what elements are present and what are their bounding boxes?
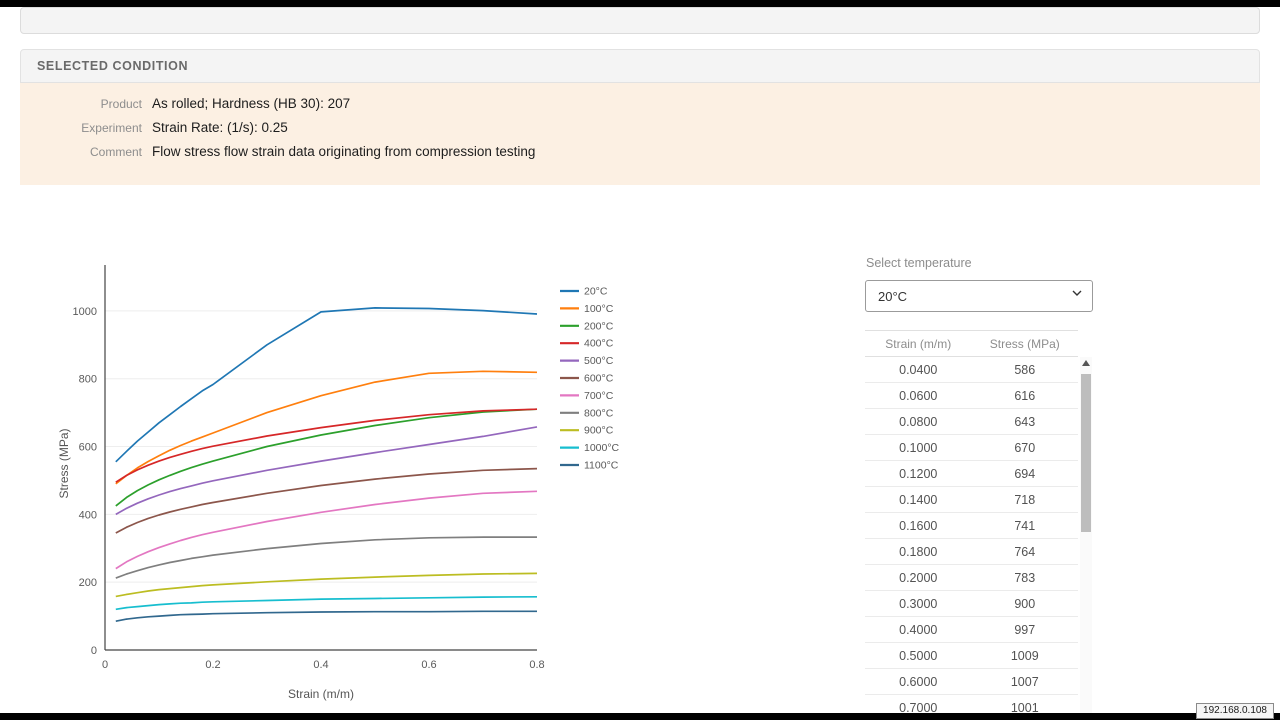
condition-field-row: Comment Flow stress flow strain data orig… <box>20 144 1260 159</box>
condition-field-value: As rolled; Hardness (HB 30): 207 <box>152 96 350 111</box>
table-cell: 670 <box>972 435 1079 461</box>
table-row: 0.0800643 <box>865 409 1078 435</box>
ip-address-badge: 192.168.0.108 <box>1196 703 1274 719</box>
svg-text:20°C: 20°C <box>584 286 608 298</box>
table-cell: 0.1000 <box>865 435 972 461</box>
svg-text:200°C: 200°C <box>584 320 614 332</box>
table-row: 0.3000900 <box>865 591 1078 617</box>
table-cell: 0.7000 <box>865 695 972 714</box>
top-black-bar <box>0 0 1280 7</box>
table-cell: 0.1600 <box>865 513 972 539</box>
condition-field-label: Experiment <box>20 121 142 135</box>
svg-text:1100°C: 1100°C <box>584 460 619 472</box>
table-row: 0.1600741 <box>865 513 1078 539</box>
table-cell: 900 <box>972 591 1079 617</box>
svg-text:700°C: 700°C <box>584 390 614 402</box>
table-scrollbar[interactable] <box>1080 357 1092 713</box>
stress-strain-chart: 0 200 400 600 800 1000 0 0.2 0.4 0.6 0.8 20°C 100°C 2… <box>20 240 740 710</box>
scroll-up-arrow-icon[interactable] <box>1082 360 1090 366</box>
table-header-cell: Strain (m/m) <box>865 331 972 357</box>
svg-text:600°C: 600°C <box>584 373 614 385</box>
selected-condition-title: SELECTED CONDITION <box>37 59 188 73</box>
condition-field-label: Product <box>20 97 142 111</box>
table-row: 0.1800764 <box>865 539 1078 565</box>
table-cell: 718 <box>972 487 1079 513</box>
table-header-cell: Stress (MPa) <box>972 331 1079 357</box>
scrollbar-thumb[interactable] <box>1081 374 1091 532</box>
svg-text:0.8: 0.8 <box>529 659 544 671</box>
chart-svg: 0 200 400 600 800 1000 0 0.2 0.4 0.6 0.8 20°C 100°C 2… <box>20 240 740 710</box>
svg-text:1000: 1000 <box>73 306 97 318</box>
stress-strain-table: Strain (m/m)Stress (MPa) 0.04005860.0600… <box>865 330 1078 713</box>
app-screen: SELECTED CONDITION Product As rolled; Har… <box>0 0 1280 720</box>
table-cell: 0.0400 <box>865 357 972 383</box>
table-row: 0.2000783 <box>865 565 1078 591</box>
table-row: 0.1400718 <box>865 487 1078 513</box>
condition-field-value: Flow stress flow strain data originating… <box>152 144 535 159</box>
table-row: 0.0400586 <box>865 357 1078 383</box>
table-cell: 0.0600 <box>865 383 972 409</box>
svg-text:100°C: 100°C <box>584 303 614 315</box>
table-cell: 616 <box>972 383 1079 409</box>
table-cell: 1007 <box>972 669 1079 695</box>
table-row: 0.60001007 <box>865 669 1078 695</box>
condition-field-label: Comment <box>20 145 142 159</box>
svg-text:1000°C: 1000°C <box>584 442 620 454</box>
table-cell: 1001 <box>972 695 1079 714</box>
svg-text:0.6: 0.6 <box>421 659 436 671</box>
table-cell: 0.3000 <box>865 591 972 617</box>
svg-text:0.2: 0.2 <box>205 659 220 671</box>
svg-text:400: 400 <box>79 509 97 521</box>
table-cell: 0.4000 <box>865 617 972 643</box>
condition-field-row: Product As rolled; Hardness (HB 30): 207 <box>20 96 1260 111</box>
svg-text:200: 200 <box>79 577 97 589</box>
table-row: 0.50001009 <box>865 643 1078 669</box>
svg-text:400°C: 400°C <box>584 338 614 350</box>
table-cell: 643 <box>972 409 1079 435</box>
svg-text:500°C: 500°C <box>584 355 614 367</box>
table-cell: 0.6000 <box>865 669 972 695</box>
table-row: 0.4000997 <box>865 617 1078 643</box>
table-cell: 694 <box>972 461 1079 487</box>
table-row: 0.1200694 <box>865 461 1078 487</box>
table-cell: 1009 <box>972 643 1079 669</box>
table-cell: 783 <box>972 565 1079 591</box>
collapsed-panel-header[interactable] <box>20 7 1260 34</box>
temperature-select-label: Select temperature <box>866 256 972 270</box>
svg-text:0: 0 <box>102 659 108 671</box>
condition-field-value: Strain Rate: (1/s): 0.25 <box>152 120 288 135</box>
table-row: 0.70001001 <box>865 695 1078 714</box>
table-row: 0.1000670 <box>865 435 1078 461</box>
temperature-select[interactable]: 20°C <box>865 280 1093 312</box>
svg-text:0: 0 <box>91 645 97 657</box>
table-cell: 0.1800 <box>865 539 972 565</box>
table-cell: 586 <box>972 357 1079 383</box>
table-row: 0.0600616 <box>865 383 1078 409</box>
table-cell: 764 <box>972 539 1079 565</box>
table-header-row: Strain (m/m)Stress (MPa) <box>865 331 1078 357</box>
table-cell: 0.5000 <box>865 643 972 669</box>
svg-text:Strain (m/m): Strain (m/m) <box>288 687 354 701</box>
table-cell: 0.2000 <box>865 565 972 591</box>
svg-text:0.4: 0.4 <box>313 659 328 671</box>
selected-condition-header[interactable]: SELECTED CONDITION <box>20 49 1260 83</box>
selected-condition-body: Product As rolled; Hardness (HB 30): 207 E… <box>20 83 1260 185</box>
svg-text:800: 800 <box>79 374 97 386</box>
svg-text:800°C: 800°C <box>584 407 614 419</box>
table-cell: 741 <box>972 513 1079 539</box>
bottom-black-bar <box>0 713 1280 720</box>
svg-text:900°C: 900°C <box>584 425 614 437</box>
condition-field-row: Experiment Strain Rate: (1/s): 0.25 <box>20 120 1260 135</box>
table-cell: 0.1200 <box>865 461 972 487</box>
table-cell: 0.0800 <box>865 409 972 435</box>
table-cell: 0.1400 <box>865 487 972 513</box>
table-cell: 997 <box>972 617 1079 643</box>
svg-text:600: 600 <box>79 442 97 454</box>
svg-text:Stress (MPa): Stress (MPa) <box>57 428 71 498</box>
